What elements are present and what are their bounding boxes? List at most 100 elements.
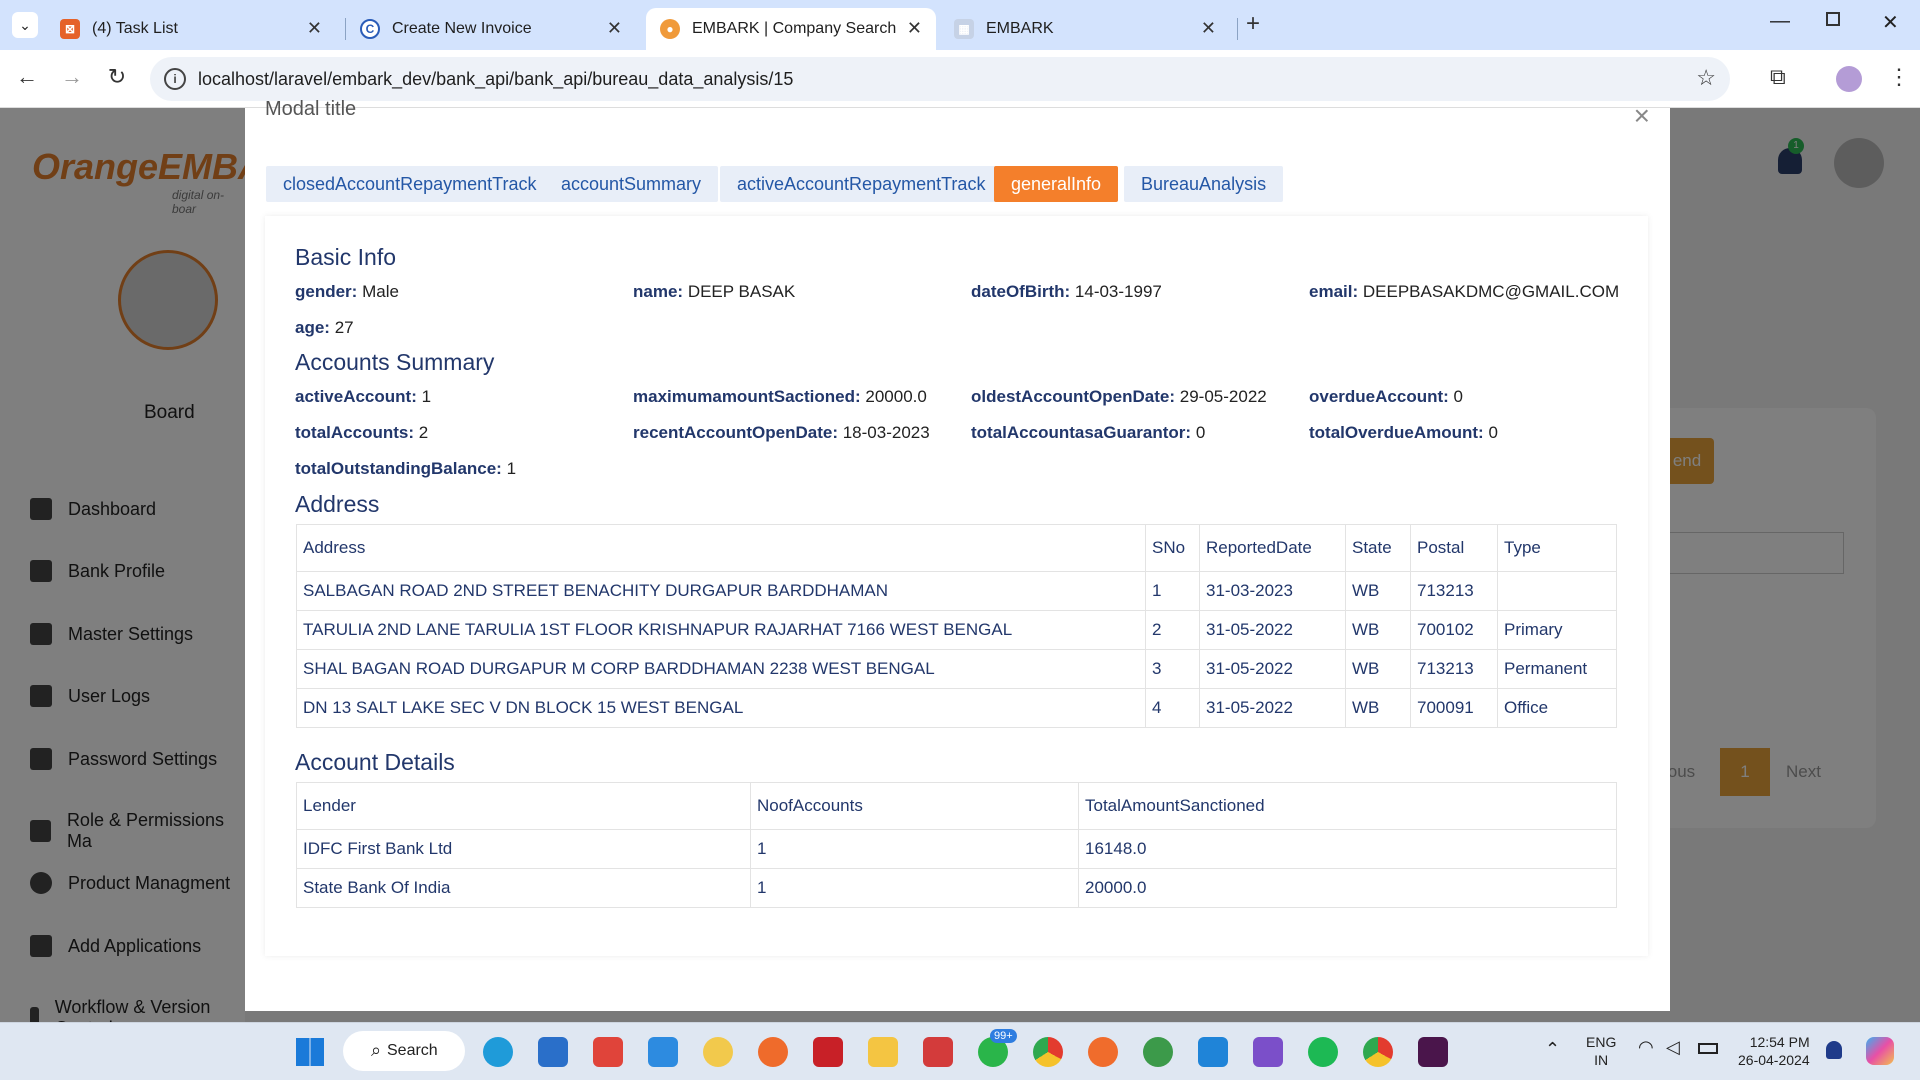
address-table: Address SNo ReportedDate State Postal Ty… — [296, 524, 1617, 728]
chrome-profile-icon[interactable] — [1363, 1037, 1393, 1067]
address-bar[interactable]: i localhost/laravel/embark_dev/bank_api/… — [150, 57, 1730, 101]
copilot-icon[interactable] — [1866, 1037, 1894, 1065]
field-max-sanctioned: maximumamountSactioned: 20000.0 — [633, 387, 927, 406]
filezilla-icon[interactable] — [813, 1037, 843, 1067]
postman-icon[interactable] — [1088, 1037, 1118, 1067]
extensions-icon[interactable]: ⧉ — [1770, 64, 1786, 90]
cell-sno: 3 — [1145, 649, 1200, 689]
close-tab-icon[interactable]: ✕ — [307, 18, 322, 39]
col-total-amount-sanctioned: TotalAmountSanctioned — [1078, 782, 1617, 830]
whatsapp-badge: 99+ — [990, 1029, 1017, 1043]
taskbar-search[interactable]: ⌕ Search — [343, 1031, 465, 1071]
cell-reported-date: 31-05-2022 — [1199, 688, 1346, 728]
clock[interactable]: 12:54 PM 26-04-2024 — [1738, 1033, 1810, 1069]
menu-kebab-icon[interactable]: ⋮ — [1888, 64, 1910, 90]
field-age: age: 27 — [295, 318, 354, 337]
tab-closed-account-repayment-track[interactable]: closedAccountRepaymentTrack — [266, 166, 554, 202]
file-explorer-icon[interactable] — [868, 1037, 898, 1067]
site-info-icon[interactable]: i — [164, 68, 186, 90]
table-row: DN 13 SALT LAKE SEC V DN BLOCK 15 WEST B… — [296, 688, 1617, 728]
profile-avatar[interactable] — [1836, 66, 1862, 92]
table-row: SHAL BAGAN ROAD DURGAPUR M CORP BARDDHAM… — [296, 649, 1617, 689]
globe-icon[interactable] — [1143, 1037, 1173, 1067]
close-tab-icon[interactable]: ✕ — [907, 18, 922, 39]
embark-favicon-icon: ▦ — [954, 19, 974, 39]
cell-state: WB — [1345, 610, 1411, 650]
store-icon[interactable] — [538, 1037, 568, 1067]
close-tab-icon[interactable]: ✕ — [1201, 18, 1216, 39]
tab-bureau-analysis[interactable]: BureauAnalysis — [1124, 166, 1284, 202]
region-label: IN — [1594, 1052, 1609, 1068]
cell-postal: 700102 — [1410, 610, 1498, 650]
url-text[interactable]: localhost/laravel/embark_dev/bank_api/ba… — [198, 69, 793, 90]
cell-reported-date: 31-05-2022 — [1199, 610, 1346, 650]
minimize-icon[interactable]: — — [1770, 10, 1790, 33]
browser-tab-bar: ⌄ ⊠ (4) Task List ✕ C Create New Invoice… — [0, 0, 1920, 50]
cell-address: SALBAGAN ROAD 2ND STREET BENACHITY DURGA… — [296, 571, 1146, 611]
pinwheel-icon[interactable] — [703, 1037, 733, 1067]
tab-task-list[interactable]: ⊠ (4) Task List ✕ — [46, 8, 336, 50]
field-dob: dateOfBirth: 14-03-1997 — [971, 282, 1162, 301]
chrome-icon[interactable] — [1033, 1037, 1063, 1067]
cell-no-of-accounts: 1 — [750, 868, 1079, 908]
tab-general-info[interactable]: generalInfo — [994, 166, 1119, 202]
forward-arrow-icon[interactable]: → — [57, 64, 87, 90]
field-overdue-amount: totalOverdueAmount: 0 — [1309, 423, 1498, 442]
account-details-heading: Account Details — [295, 749, 455, 775]
shield-icon[interactable] — [923, 1037, 953, 1067]
field-guarantor: totalAccountasaGuarantor: 0 — [971, 423, 1206, 442]
field-recent-open-date: recentAccountOpenDate: 18-03-2023 — [633, 423, 930, 442]
tab-active-account-repayment-track[interactable]: activeAccountRepaymentTrack — [720, 166, 1003, 202]
cell-sno: 2 — [1145, 610, 1200, 650]
cell-state: WB — [1345, 649, 1411, 689]
clock-date: 26-04-2024 — [1738, 1052, 1810, 1068]
bookmark-star-icon[interactable]: ☆ — [1696, 65, 1716, 91]
tab-embark-company-search[interactable]: ● EMBARK | Company Search ✕ — [646, 8, 936, 50]
cell-total-amount: 16148.0 — [1078, 829, 1617, 869]
cell-type: Primary — [1497, 610, 1617, 650]
cell-state: WB — [1345, 688, 1411, 728]
embark-favicon-icon: ● — [660, 19, 680, 39]
address-heading: Address — [295, 491, 380, 517]
cell-sno: 1 — [1145, 571, 1200, 611]
back-arrow-icon[interactable]: ← — [12, 64, 42, 90]
window-close-icon[interactable]: ✕ — [1882, 10, 1899, 35]
vscode-icon[interactable] — [1198, 1037, 1228, 1067]
close-tab-icon[interactable]: ✕ — [607, 18, 622, 39]
windows-start-icon[interactable] — [296, 1038, 324, 1066]
taskbar-search-label: Search — [387, 1042, 438, 1059]
tab-embark[interactable]: ▦ EMBARK ✕ — [940, 8, 1230, 50]
restore-icon[interactable] — [1826, 12, 1840, 26]
modal-title: Modal title — [265, 98, 357, 120]
firefox-icon[interactable] — [758, 1037, 788, 1067]
language-label: ENG — [1586, 1034, 1617, 1050]
general-info-panel: Basic Info gender: Male name: DEEP BASAK… — [265, 216, 1648, 956]
field-oldest-open-date: oldestAccountOpenDate: 29-05-2022 — [971, 387, 1267, 406]
git-icon[interactable] — [593, 1037, 623, 1067]
notepad-icon[interactable] — [648, 1037, 678, 1067]
field-email: email: DEEPBASAKDMC@GMAIL.COM — [1309, 282, 1620, 301]
table-header-row: Lender NoofAccounts TotalAmountSanctione… — [296, 782, 1617, 830]
spotify-icon[interactable] — [1308, 1037, 1338, 1067]
tab-search-chevron[interactable]: ⌄ — [12, 12, 38, 38]
tab-label: (4) Task List — [92, 20, 178, 37]
language-indicator[interactable]: ENG IN — [1586, 1033, 1616, 1069]
new-tab-button[interactable]: + — [1246, 10, 1260, 38]
slack-icon[interactable] — [1418, 1037, 1448, 1067]
wifi-icon[interactable]: ◠ — [1638, 1037, 1654, 1058]
field-outstanding-balance: totalOutstandingBalance: 1 — [295, 459, 517, 478]
edge-icon[interactable] — [483, 1037, 513, 1067]
invoice-favicon-icon: C — [360, 19, 380, 39]
battery-icon[interactable] — [1698, 1043, 1718, 1054]
reload-icon[interactable]: ↻ — [102, 64, 132, 90]
tray-chevron-icon[interactable]: ⌃ — [1545, 1039, 1560, 1060]
modal-close-icon[interactable]: × — [1634, 100, 1650, 132]
tab-create-invoice[interactable]: C Create New Invoice ✕ — [346, 8, 636, 50]
tab-account-summary[interactable]: accountSummary — [544, 166, 719, 202]
col-type: Type — [1497, 524, 1617, 572]
field-total-accounts: totalAccounts: 2 — [295, 423, 429, 442]
volume-icon[interactable]: ◁ — [1666, 1037, 1680, 1058]
cell-type: Office — [1497, 688, 1617, 728]
notifications-bell-icon[interactable] — [1826, 1041, 1842, 1059]
visual-studio-icon[interactable] — [1253, 1037, 1283, 1067]
